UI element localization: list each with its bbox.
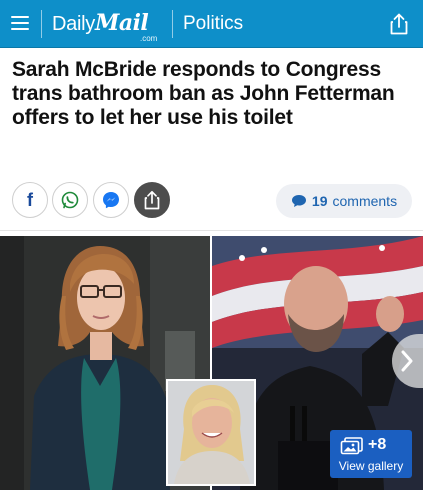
header-divider <box>172 10 173 38</box>
share-icon <box>144 190 160 210</box>
gallery-icon <box>340 437 363 455</box>
gallery-label: View gallery <box>338 459 404 473</box>
photo-inset[interactable] <box>166 379 256 486</box>
header-divider <box>41 10 42 38</box>
facebook-share-button[interactable]: f <box>12 182 48 218</box>
section-title[interactable]: Politics <box>183 13 243 35</box>
comment-bubble-icon <box>291 195 306 207</box>
whatsapp-share-button[interactable] <box>52 182 88 218</box>
daily-mail-logo[interactable]: DailyMail .com <box>52 10 157 43</box>
section-divider <box>0 230 423 231</box>
logo-daily-text: Daily <box>52 13 95 35</box>
comments-label: comments <box>332 193 398 209</box>
article-headline: Sarah McBride responds to Congress trans… <box>12 58 395 129</box>
view-gallery-button[interactable]: +8 View gallery <box>330 430 412 478</box>
logo-com-text: .com <box>140 34 158 43</box>
comments-count: 19 <box>311 193 328 209</box>
more-share-button[interactable] <box>134 182 170 218</box>
comments-button[interactable]: 19 comments <box>276 184 412 218</box>
inset-portrait-illustration <box>168 381 254 484</box>
share-icon[interactable] <box>389 13 409 35</box>
whatsapp-icon <box>61 191 79 209</box>
chevron-right-icon <box>401 350 413 372</box>
menu-icon[interactable] <box>11 14 29 32</box>
messenger-share-button[interactable] <box>93 182 129 218</box>
site-header: DailyMail .com Politics <box>0 0 423 48</box>
messenger-icon <box>103 192 119 209</box>
logo-mail-text: Mail <box>94 10 149 36</box>
facebook-icon: f <box>27 189 33 210</box>
gallery-count: +8 <box>368 436 387 453</box>
